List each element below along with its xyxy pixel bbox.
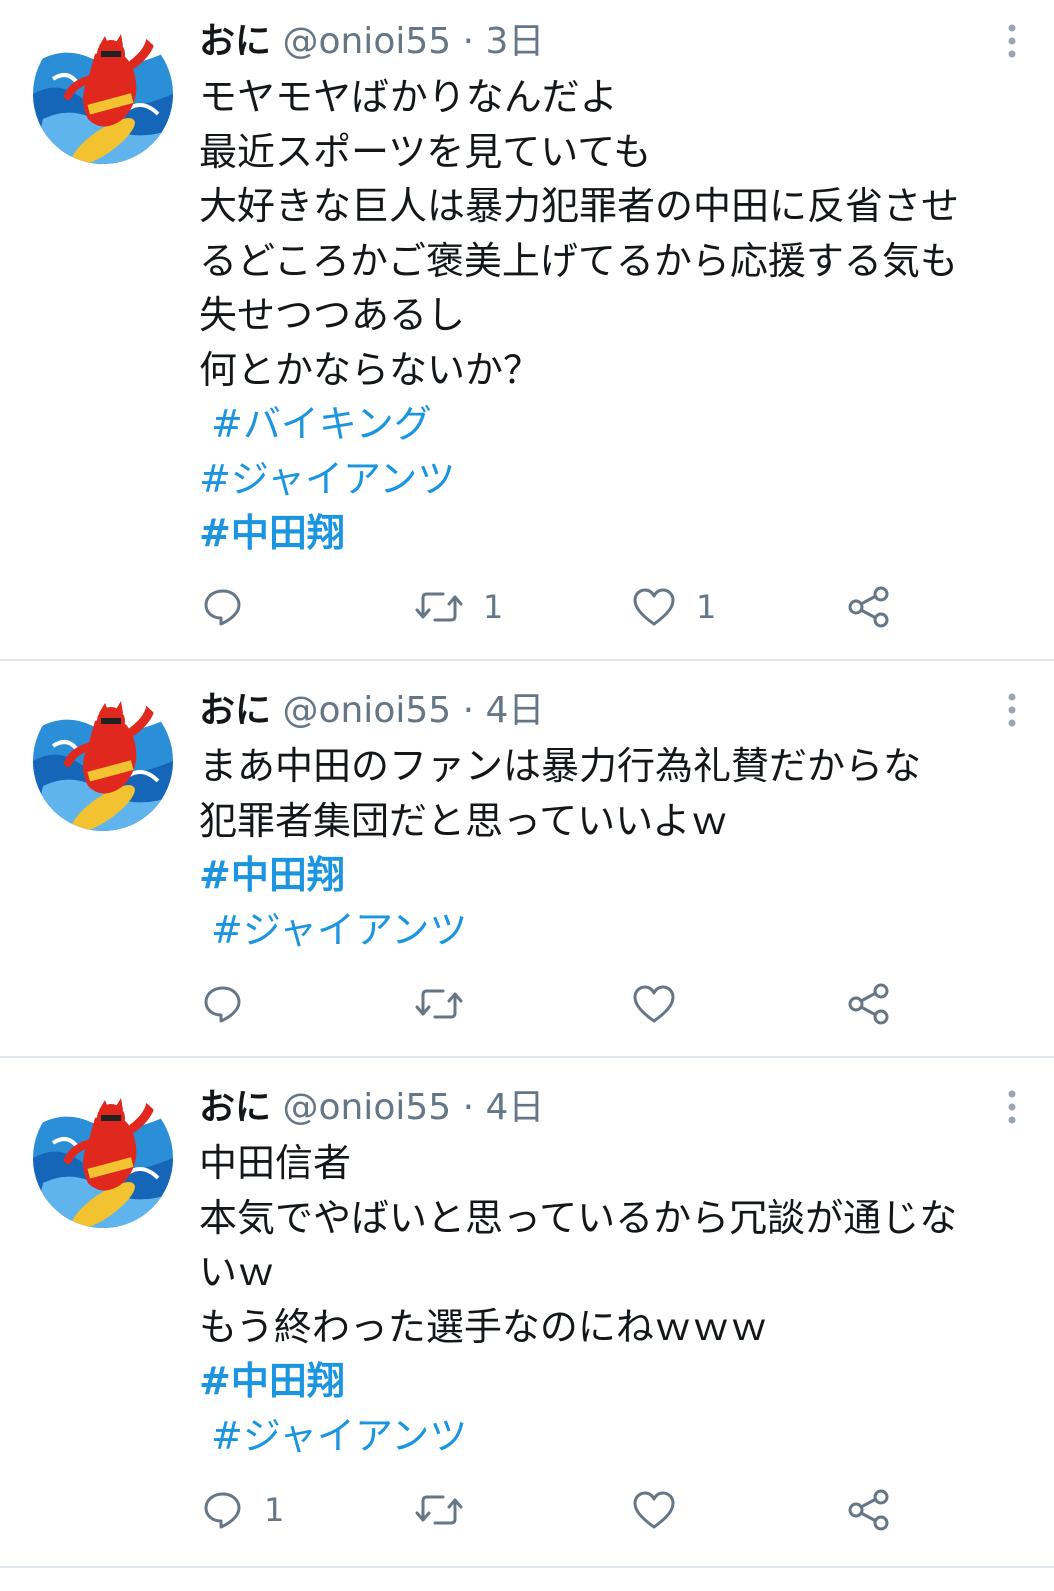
hashtag-link[interactable]: #バイキング <box>199 397 1039 452</box>
reply-count: 1 <box>264 1491 285 1529</box>
share-button[interactable] <box>847 1488 891 1532</box>
avatar-image <box>33 691 173 831</box>
retweet-icon <box>415 989 463 1019</box>
share-button[interactable] <box>847 585 891 629</box>
user-handle[interactable]: @onioi55 <box>282 21 451 62</box>
tweet-time[interactable]: 4日 <box>486 1087 545 1128</box>
retweet-button[interactable]: 1 <box>415 585 503 629</box>
tweet-time[interactable]: 4日 <box>486 690 545 731</box>
more-icon[interactable] <box>1000 22 1024 62</box>
hashtag-link[interactable]: #中田翔 <box>199 506 1039 561</box>
tweet-text-line: まあ中田のファンは暴力行為礼賛だからな <box>199 744 922 788</box>
user-name[interactable]: おに <box>199 690 271 731</box>
tweet-text-line: 大好きな巨人は暴力犯罪者の中田に反省させ <box>199 184 960 228</box>
meta-separator: · <box>462 690 475 731</box>
retweet-button[interactable] <box>415 982 483 1026</box>
hashtag-link[interactable]: #ジャイアンツ <box>199 452 1039 507</box>
hashtag-link[interactable]: #中田翔 <box>199 1354 1039 1409</box>
reply-button[interactable] <box>202 585 264 629</box>
tweet[interactable]: おに @onioi55 · 3日 モヤモヤばかりなんだよ 最近スポーツを見ていて… <box>0 0 1054 661</box>
reply-icon <box>204 986 241 1023</box>
reply-icon <box>204 1492 241 1529</box>
like-button[interactable] <box>632 982 696 1026</box>
avatar[interactable] <box>33 24 173 164</box>
like-button[interactable] <box>632 1488 696 1532</box>
user-handle[interactable]: @onioi55 <box>282 690 451 731</box>
hashtag-link[interactable]: #ジャイアンツ <box>199 903 1039 958</box>
user-handle[interactable]: @onioi55 <box>282 1087 451 1128</box>
tweet-header: おに @onioi55 · 3日 <box>199 20 544 64</box>
tweet-text-line: いｗ <box>199 1250 276 1294</box>
hashtag-link[interactable]: #中田翔 <box>199 848 1039 903</box>
tweet-text: モヤモヤばかりなんだよ 最近スポーツを見ていても 大好きな巨人は暴力犯罪者の中田… <box>199 70 1039 561</box>
tweet-text-line: 中田信者 <box>199 1141 352 1185</box>
retweet-icon <box>415 592 463 622</box>
like-icon <box>633 588 675 626</box>
tweet-text-line: もう終わった選手なのにねｗｗｗ <box>199 1304 768 1349</box>
tweet[interactable]: おに @onioi55 · 4日 中田信者 本気でやばいと思っているから冗談が通… <box>0 1058 1054 1568</box>
retweet-button[interactable] <box>415 1488 483 1532</box>
retweet-count: 1 <box>483 588 504 626</box>
meta-separator: · <box>462 21 475 62</box>
avatar-image <box>33 1088 173 1228</box>
share-button[interactable] <box>847 982 891 1026</box>
share-icon <box>848 983 889 1025</box>
tweet[interactable]: おに @onioi55 · 4日 まあ中田のファンは暴力行為礼賛だからな 犯罪者… <box>0 661 1054 1058</box>
like-icon <box>633 1491 675 1529</box>
share-icon <box>848 586 889 628</box>
timeline: おに @onioi55 · 3日 モヤモヤばかりなんだよ 最近スポーツを見ていて… <box>0 0 1054 1591</box>
tweet-text-line: モヤモヤばかりなんだよ <box>199 75 618 119</box>
reply-icon <box>204 589 241 626</box>
like-button[interactable]: 1 <box>632 585 716 629</box>
tweet-text-line: 何とかならないか？ <box>199 347 542 392</box>
like-count: 1 <box>696 588 717 626</box>
share-icon <box>848 1489 889 1531</box>
tweet-text: 中田信者 本気でやばいと思っているから冗談が通じな いｗ もう終わった選手なのに… <box>199 1136 1039 1463</box>
reply-button[interactable]: 1 <box>202 1488 284 1532</box>
more-icon[interactable] <box>1000 691 1024 731</box>
retweet-icon <box>415 1495 463 1525</box>
user-name[interactable]: おに <box>199 21 271 62</box>
reply-button[interactable] <box>202 982 264 1026</box>
tweet-time[interactable]: 3日 <box>486 21 545 62</box>
tweet-text-line: 本気でやばいと思っているから冗談が通じな <box>199 1195 958 1240</box>
tweet-text-line: 最近スポーツを見ていても <box>199 129 652 174</box>
tweet-text-line: 犯罪者集団だと思っていいよｗ <box>199 798 729 843</box>
tweet-text: まあ中田のファンは暴力行為礼賛だからな 犯罪者集団だと思っていいよｗ #中田翔 … <box>199 739 1039 957</box>
meta-separator: · <box>462 1087 475 1128</box>
tweet-text-line: 失せつつあるし <box>199 293 466 337</box>
like-icon <box>633 985 675 1023</box>
avatar-image <box>33 24 173 164</box>
avatar[interactable] <box>33 1088 173 1228</box>
avatar[interactable] <box>33 691 173 831</box>
user-name[interactable]: おに <box>199 1087 271 1128</box>
more-icon[interactable] <box>1000 1088 1024 1128</box>
hashtag-link[interactable]: #ジャイアンツ <box>199 1409 1039 1464</box>
tweet-text-line: るどころかご褒美上げてるから応援する気も <box>199 238 958 283</box>
tweet-header: おに @onioi55 · 4日 <box>199 1086 544 1130</box>
tweet-header: おに @onioi55 · 4日 <box>199 689 544 733</box>
